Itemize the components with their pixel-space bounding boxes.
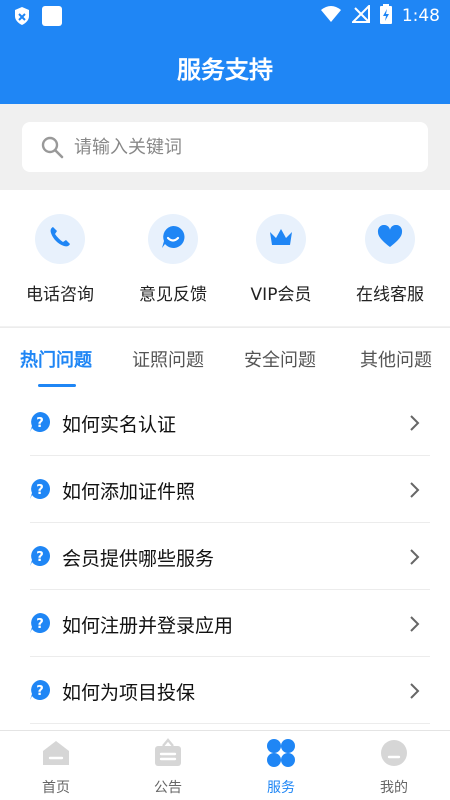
list-item[interactable]: ? 会员提供哪些服务 [0, 523, 450, 590]
shield-icon [12, 6, 32, 26]
question-bubble-icon: ? [29, 679, 51, 701]
notice-icon [153, 738, 183, 772]
notification-square-icon [42, 6, 62, 26]
chevron-right-icon [408, 414, 420, 432]
chat-smile-icon [160, 224, 186, 254]
svg-text:?: ? [36, 684, 44, 699]
list-item[interactable]: ? 如何注册并登录应用 [0, 590, 450, 657]
svg-text:?: ? [36, 617, 44, 632]
quick-actions: 电话咨询 意见反馈 VIP会员 在线客服 [0, 190, 450, 326]
wifi-icon [320, 5, 342, 27]
phone-icon [48, 225, 72, 253]
quick-action-feedback[interactable]: 意见反馈 [117, 214, 229, 305]
tab-other[interactable]: 其他问题 [360, 346, 432, 372]
search-input[interactable] [74, 122, 414, 172]
search-icon [40, 135, 64, 159]
active-tab-indicator [38, 384, 76, 387]
app-header: 1:48 服务支持 [0, 0, 450, 104]
service-grid-icon [266, 738, 296, 772]
question-list: ? 如何实名认证 ? 如何添加证件照 ? 会员提供哪些服务 ? 如何注册并登录应… [0, 389, 450, 730]
status-time: 1:48 [401, 6, 440, 26]
profile-icon [379, 738, 409, 772]
question-bubble-icon: ? [29, 411, 51, 433]
list-item[interactable]: ? 如何添加证件照 [0, 456, 450, 523]
home-icon [41, 739, 71, 771]
chevron-right-icon [408, 615, 420, 633]
svg-text:?: ? [36, 416, 44, 431]
nav-service[interactable]: 服务 [225, 739, 337, 797]
bottom-nav: 首页 公告 服务 我的 [0, 730, 450, 800]
status-bar: 1:48 [0, 0, 450, 32]
chevron-right-icon [408, 481, 420, 499]
nav-home[interactable]: 首页 [0, 739, 112, 797]
heart-icon [377, 224, 403, 253]
question-tabs: 热门问题 证照问题 安全问题 其他问题 [0, 327, 450, 389]
search-section [0, 104, 450, 190]
list-item[interactable]: ? 如何实名认证 [0, 389, 450, 456]
svg-text:?: ? [36, 550, 44, 565]
quick-action-online-service[interactable]: 在线客服 [334, 214, 446, 305]
crown-icon [268, 226, 294, 252]
list-item[interactable]: ? 如何为项目投保 [0, 657, 450, 724]
search-box[interactable] [22, 122, 428, 172]
tab-security[interactable]: 安全问题 [244, 346, 316, 372]
nav-profile[interactable]: 我的 [338, 739, 450, 797]
svg-text:?: ? [36, 483, 44, 498]
quick-action-phone[interactable]: 电话咨询 [4, 214, 116, 305]
question-bubble-icon: ? [29, 545, 51, 567]
question-bubble-icon: ? [29, 478, 51, 500]
nav-notice[interactable]: 公告 [112, 738, 224, 797]
tab-hot[interactable]: 热门问题 [20, 346, 92, 372]
chevron-right-icon [408, 548, 420, 566]
battery-charging-icon [379, 4, 392, 28]
question-bubble-icon: ? [29, 612, 51, 634]
tab-license[interactable]: 证照问题 [132, 346, 204, 372]
no-signal-icon [350, 3, 370, 27]
quick-action-vip[interactable]: VIP会员 [225, 214, 337, 305]
chevron-right-icon [408, 682, 420, 700]
page-title: 服务支持 [177, 56, 273, 84]
